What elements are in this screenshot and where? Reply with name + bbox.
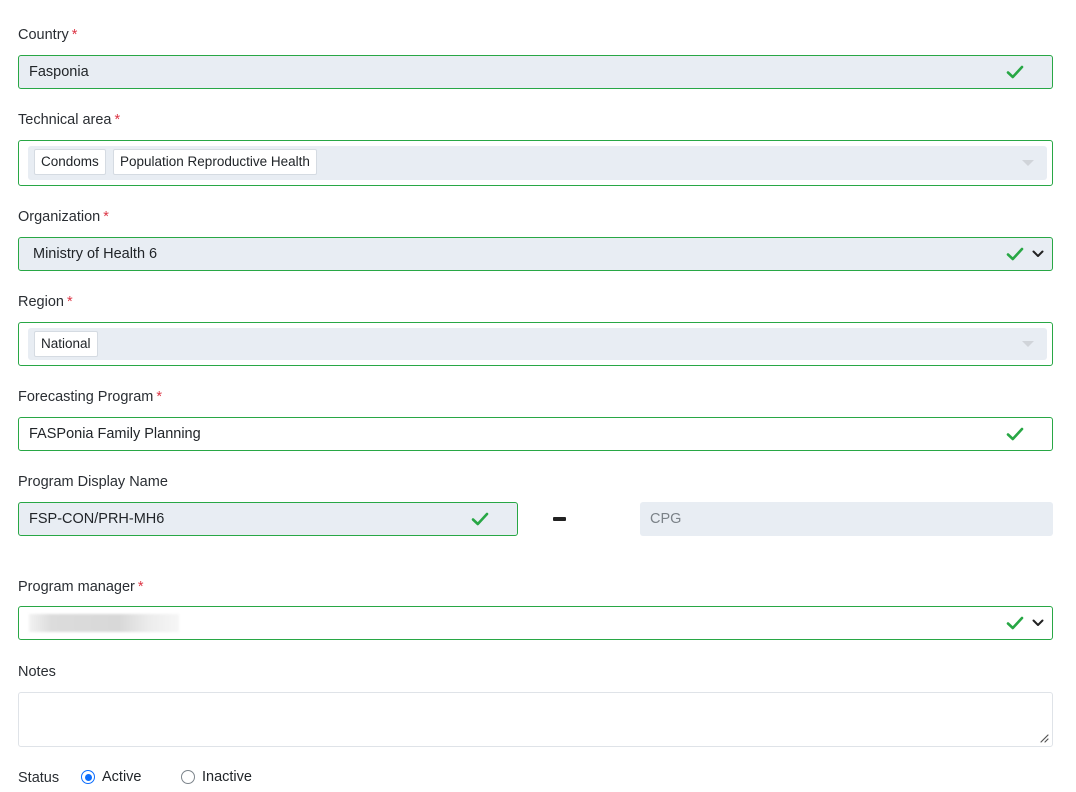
radio-active[interactable] [81,770,95,784]
check-icon [1006,616,1024,630]
tag-condoms[interactable]: Condoms [34,149,106,175]
check-icon [471,512,489,526]
region-multiselect[interactable]: National [18,322,1053,366]
check-icon [1006,65,1024,79]
separator-dash [553,517,566,521]
caret-down-icon[interactable] [1022,160,1034,166]
program-manager-label: Program manager * [18,579,144,595]
resize-grip-icon[interactable] [1039,733,1049,743]
organization-label: Organization * [18,209,109,225]
chevron-down-icon[interactable] [1032,250,1044,258]
radio-active-label[interactable]: Active [102,769,142,785]
country-value: Fasponia [29,64,89,80]
check-icon [1006,427,1024,441]
organization-value: Ministry of Health 6 [33,246,158,262]
region-selection[interactable]: National [28,328,1047,360]
program-manager-select[interactable] [18,606,1053,640]
forecasting-program-value: FASPonia Family Planning [29,426,201,442]
country-field[interactable]: Fasponia [18,55,1053,89]
check-icon [1006,247,1024,261]
chevron-down-icon[interactable] [1032,619,1044,627]
tag-national[interactable]: National [34,331,98,357]
technical-area-label: Technical area * [18,112,121,128]
status-label: Status [18,770,60,786]
program-display-name-label: Program Display Name [18,474,168,490]
required-marker: * [71,27,78,43]
tag-population-reproductive-health[interactable]: Population Reproductive Health [113,149,317,175]
program-display-name-suffix-input[interactable]: CPG [640,502,1053,536]
technical-area-multiselect[interactable]: Condoms Population Reproductive Health [18,140,1053,186]
notes-label: Notes [18,664,56,680]
caret-down-icon[interactable] [1022,341,1034,347]
forecasting-program-label: Forecasting Program * [18,389,163,405]
country-label: Country * [18,27,78,43]
notes-textarea[interactable] [18,692,1053,747]
required-marker: * [137,579,144,595]
organization-select[interactable]: Ministry of Health 6 [18,237,1053,271]
region-label: Region * [18,294,73,310]
required-marker: * [156,389,163,405]
forecasting-program-input[interactable]: FASPonia Family Planning [18,417,1053,451]
required-marker: * [114,112,121,128]
radio-inactive[interactable] [181,770,195,784]
technical-area-selection[interactable]: Condoms Population Reproductive Health [28,146,1047,180]
status-option-inactive[interactable]: Inactive [181,769,252,785]
redacted-value [29,614,179,632]
status-option-active[interactable]: Active [81,769,142,785]
required-marker: * [66,294,73,310]
program-display-name-field[interactable]: FSP-CON/PRH-MH6 [18,502,518,536]
radio-inactive-label[interactable]: Inactive [202,769,252,785]
program-display-name-value: FSP-CON/PRH-MH6 [29,511,165,527]
suffix-placeholder: CPG [650,511,682,527]
required-marker: * [103,209,109,225]
